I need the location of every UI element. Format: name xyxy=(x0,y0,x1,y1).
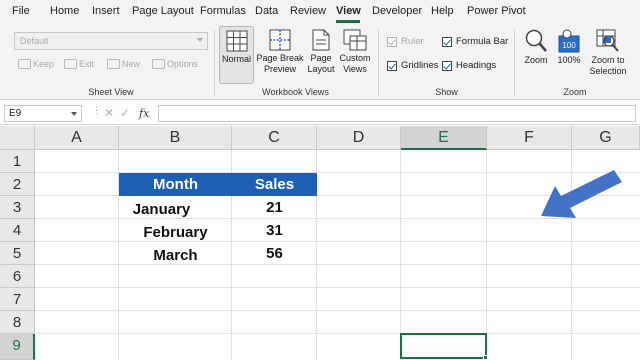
show-group-label: Show xyxy=(435,87,458,97)
name-box-value: E9 xyxy=(9,108,22,119)
zoom-to-selection-icon xyxy=(596,29,619,52)
new-sheet-view-icon xyxy=(107,59,120,69)
active-tab-indicator xyxy=(336,20,360,23)
tab-data[interactable]: Data xyxy=(255,5,278,17)
normal-view-button[interactable]: Normal xyxy=(219,26,254,84)
keep-button[interactable]: Keep xyxy=(18,59,54,69)
checkbox-icon xyxy=(442,36,452,47)
magnifier-icon xyxy=(525,29,547,52)
options-icon xyxy=(152,59,165,69)
tab-home[interactable]: Home xyxy=(50,5,79,17)
formula-bar: E9 ⋮ ✕ ✓ fx xyxy=(0,101,640,125)
exit-button-label: Exit xyxy=(79,59,95,69)
page-layout-label-2: Layout xyxy=(307,64,335,74)
tab-formulas[interactable]: Formulas xyxy=(200,5,246,17)
keep-button-label: Keep xyxy=(33,59,55,69)
pointer-arrow-icon xyxy=(541,170,622,218)
cancel-icon[interactable]: ✕ xyxy=(104,106,114,120)
options-button[interactable]: Options xyxy=(152,59,198,69)
new-button[interactable]: New xyxy=(107,59,140,69)
formula-bar-label: Formula Bar xyxy=(456,36,509,47)
zoom-100-button[interactable]: 100 100% xyxy=(554,26,584,84)
custom-views-label-1: Custom xyxy=(339,53,371,63)
workbook-views-group-label: Workbook Views xyxy=(262,87,329,97)
zoom-group-label: Zoom xyxy=(563,87,587,97)
zoom-100-icon: 100 xyxy=(558,29,580,53)
zoom-to-selection-label-1: Zoom to xyxy=(591,55,625,65)
tab-review[interactable]: Review xyxy=(290,5,326,17)
page-break-preview-label-1: Page Break xyxy=(256,53,304,63)
tab-file[interactable]: File xyxy=(12,5,30,17)
page-layout-label-1: Page xyxy=(310,53,332,63)
tab-developer[interactable]: Developer xyxy=(372,5,422,17)
formula-input[interactable] xyxy=(158,105,636,122)
gridlines-label: Gridlines xyxy=(401,60,439,71)
tab-power-pivot[interactable]: Power Pivot xyxy=(467,5,526,17)
worksheet-grid[interactable]: A B C D E F G 1 2 3 4 5 6 7 8 9 Month Sa… xyxy=(0,126,640,360)
checkbox-icon xyxy=(442,60,452,71)
exit-button[interactable]: Exit xyxy=(64,59,94,69)
checkbox-icon xyxy=(387,60,397,71)
page-break-preview-icon xyxy=(269,29,291,51)
zoom-button[interactable]: Zoom xyxy=(520,26,552,84)
page-layout-icon xyxy=(312,29,330,51)
normal-view-label: Normal xyxy=(221,54,251,64)
sheet-view-dropdown-value: Default xyxy=(20,36,49,46)
tab-view[interactable]: View xyxy=(336,5,361,17)
enter-icon[interactable]: ✓ xyxy=(120,106,130,120)
zoom-to-selection-button[interactable]: Zoom to Selection xyxy=(586,26,630,84)
page-break-preview-label-2: Preview xyxy=(263,64,296,74)
chevron-down-icon xyxy=(197,38,203,42)
group-divider xyxy=(378,30,379,96)
menu-bar: File Home Insert Page Layout Formulas Da… xyxy=(0,0,640,24)
ruler-checkbox[interactable]: Ruler xyxy=(387,36,424,47)
group-divider xyxy=(514,30,515,96)
group-divider xyxy=(214,30,215,96)
keep-icon xyxy=(18,59,31,69)
checkbox-icon xyxy=(387,36,397,47)
sheet-view-dropdown[interactable]: Default xyxy=(14,32,208,50)
chevron-down-icon xyxy=(71,112,77,116)
new-button-label: New xyxy=(122,59,141,69)
custom-views-button[interactable]: Custom Views xyxy=(338,26,372,84)
page-layout-button[interactable]: Page Layout xyxy=(305,26,337,84)
custom-views-label-2: Views xyxy=(343,64,367,74)
zoom-100-icon-text: 100 xyxy=(562,41,576,50)
headings-label: Headings xyxy=(456,60,497,71)
headings-checkbox[interactable]: Headings xyxy=(442,60,496,71)
zoom-to-selection-label-2: Selection xyxy=(589,66,627,76)
custom-views-icon xyxy=(343,29,367,51)
page-break-preview-button[interactable]: Page Break Preview xyxy=(256,26,304,84)
sheet-view-group-label: Sheet View xyxy=(88,87,134,97)
exit-icon xyxy=(64,59,77,69)
ruler-label: Ruler xyxy=(401,36,424,47)
ribbon: Default Keep Exit New Options Sheet View… xyxy=(0,24,640,100)
normal-view-icon xyxy=(226,30,247,52)
tab-help[interactable]: Help xyxy=(431,5,454,17)
tab-page-layout[interactable]: Page Layout xyxy=(132,5,194,17)
zoom-100-label: 100% xyxy=(557,55,581,65)
tab-insert[interactable]: Insert xyxy=(92,5,120,17)
options-button-label: Options xyxy=(167,59,199,69)
insert-function-icon[interactable]: fx xyxy=(139,107,149,120)
zoom-label: Zoom xyxy=(524,55,548,65)
name-box[interactable]: E9 xyxy=(4,105,82,122)
formula-bar-checkbox[interactable]: Formula Bar xyxy=(442,36,508,47)
gridlines-checkbox[interactable]: Gridlines xyxy=(387,60,439,71)
more-icon: ⋮ xyxy=(92,105,101,115)
